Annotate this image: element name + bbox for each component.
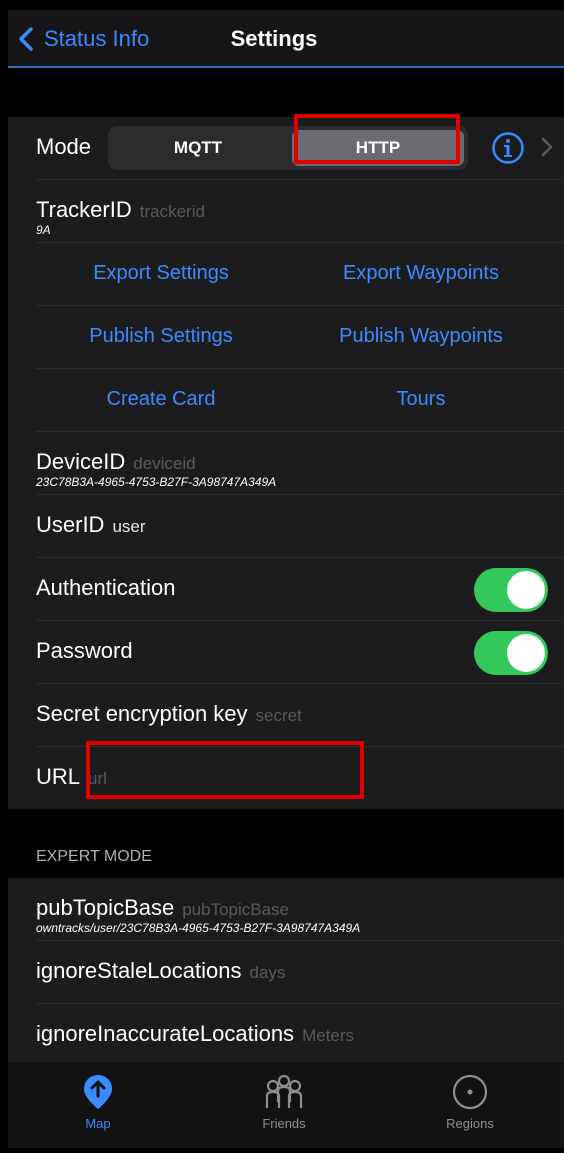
trackerid-row[interactable]: TrackerID trackerid 9A: [36, 180, 564, 243]
pubtopicbase-placeholder: pubTopicBase: [182, 900, 290, 919]
mode-option-mqtt[interactable]: MQTT: [108, 126, 288, 170]
deviceid-row[interactable]: DeviceID deviceid 23C78B3A-4965-4753-B27F…: [36, 432, 564, 495]
secret-label: Secret encryption key: [36, 701, 248, 726]
deviceid-placeholder: deviceid: [133, 454, 196, 473]
tab-map[interactable]: Map: [38, 1074, 158, 1131]
mode-label: Mode: [36, 134, 92, 159]
deviceid-value: 23C78B3A-4965-4753-B27F-3A98747A349A: [36, 475, 277, 489]
password-toggle[interactable]: [474, 631, 548, 675]
pubtopicbase-row[interactable]: pubTopicBase pubTopicBase owntracks/user/…: [36, 878, 564, 941]
publish-settings-button[interactable]: Publish Settings: [36, 325, 286, 348]
password-label: Password: [36, 638, 133, 663]
mode-row: Mode MQTT HTTP: [36, 114, 564, 180]
chevron-right-icon[interactable]: [541, 137, 553, 157]
export-buttons-row: Export Settings Export Waypoints: [36, 243, 564, 306]
tab-friends-label: Friends: [262, 1116, 306, 1131]
friends-icon: [265, 1074, 303, 1108]
create-card-button[interactable]: Create Card: [36, 388, 286, 411]
pubtopicbase-value: owntracks/user/23C78B3A-4965-4753-B27F-3…: [36, 921, 361, 935]
authentication-row: Authentication: [36, 558, 564, 621]
userid-value: user: [112, 517, 146, 536]
toggle-knob: [507, 571, 545, 609]
tab-regions[interactable]: Regions: [410, 1074, 530, 1131]
expert-list: pubTopicBase pubTopicBase owntracks/user/…: [8, 878, 564, 1078]
deviceid-label: DeviceID: [36, 449, 126, 474]
trackerid-label: TrackerID: [36, 197, 132, 222]
ignoreinaccurate-row[interactable]: ignoreInaccurateLocations Meters: [36, 1004, 564, 1066]
card-tours-row: Create Card Tours: [36, 369, 564, 432]
navigation-bar: Status Info Settings: [8, 10, 564, 68]
secret-row[interactable]: Secret encryption key secret: [36, 684, 564, 747]
ignoreinaccurate-placeholder: Meters: [302, 1026, 355, 1045]
tab-bar: Map Friends Regions: [8, 1062, 564, 1148]
ignorestale-row[interactable]: ignoreStaleLocations days: [36, 941, 564, 1004]
authentication-toggle[interactable]: [474, 568, 548, 612]
trackerid-placeholder: trackerid: [139, 202, 205, 221]
publish-waypoints-button[interactable]: Publish Waypoints: [296, 325, 546, 348]
userid-row[interactable]: UserID user: [36, 495, 564, 558]
page-title: Settings: [230, 26, 318, 51]
ignorestale-label: ignoreStaleLocations: [36, 958, 242, 983]
info-icon[interactable]: [491, 131, 525, 165]
userid-label: UserID: [36, 512, 105, 537]
export-settings-button[interactable]: Export Settings: [36, 262, 286, 285]
tab-friends[interactable]: Friends: [224, 1074, 344, 1131]
secret-placeholder: secret: [255, 706, 302, 725]
url-row[interactable]: URL url: [36, 741, 564, 809]
pubtopicbase-label: pubTopicBase: [36, 895, 175, 920]
password-row: Password: [36, 621, 564, 684]
authentication-label: Authentication: [36, 575, 176, 600]
export-waypoints-button[interactable]: Export Waypoints: [296, 262, 546, 285]
url-label: URL: [36, 764, 81, 789]
settings-list: Mode MQTT HTTP TrackerID trackerid 9A Exp…: [8, 114, 564, 809]
publish-buttons-row: Publish Settings Publish Waypoints: [36, 306, 564, 369]
tab-regions-label: Regions: [446, 1116, 494, 1131]
ignoreinaccurate-label: ignoreInaccurateLocations: [36, 1021, 295, 1046]
map-pin-icon: [84, 1075, 112, 1109]
regions-icon: [452, 1074, 488, 1110]
trackerid-value: 9A: [36, 223, 51, 237]
expert-mode-header: EXPERT MODE: [36, 848, 152, 865]
ignorestale-placeholder: days: [249, 963, 286, 982]
http-highlight-box: [294, 114, 460, 164]
tours-button[interactable]: Tours: [296, 388, 546, 411]
tab-map-label: Map: [85, 1116, 111, 1131]
settings-screen: Status Info Settings Mode MQTT HTTP Trac…: [8, 10, 564, 1153]
url-highlight-box: [86, 741, 364, 799]
toggle-knob: [507, 634, 545, 672]
